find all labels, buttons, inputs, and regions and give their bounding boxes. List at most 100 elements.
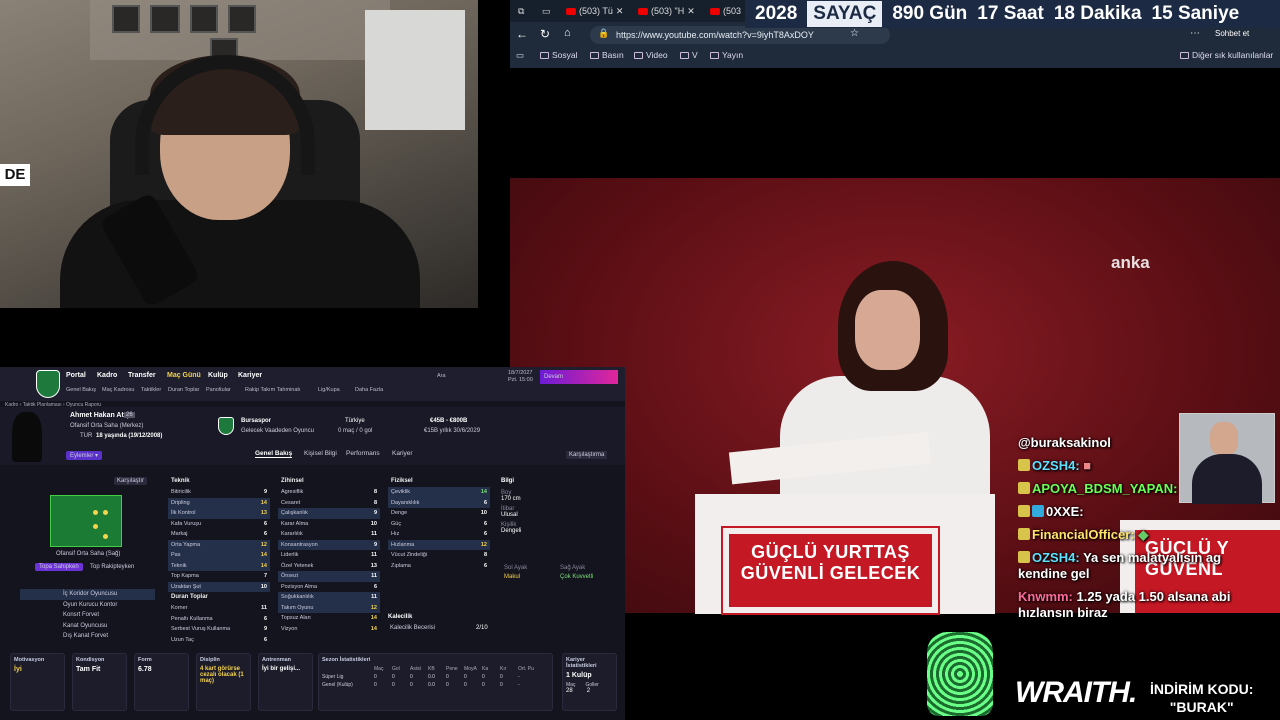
info-value: Dengeli	[501, 528, 522, 534]
countdown-overlay: 2028 SAYAÇ 890 Gün 17 Saat 18 Dakika 15 …	[745, 0, 1280, 28]
attr-value: 11	[371, 552, 377, 558]
tab-icon[interactable]: ⧉	[518, 2, 524, 20]
nav-portal[interactable]: Portal	[66, 372, 86, 379]
subnav-item[interactable]: Daha Fazla	[355, 387, 383, 393]
tab-kisisel-bilgi[interactable]: Kişisel Bilgi	[304, 450, 337, 457]
attr-value: 9	[373, 541, 377, 548]
browser-tab[interactable]: (503) "H ✕	[638, 2, 695, 20]
subnav-item[interactable]: Panoltular	[206, 387, 231, 393]
role-name: Konsrt Forvet	[63, 612, 100, 618]
nav-kulup[interactable]: Kulüp	[208, 372, 228, 379]
compare-small-button[interactable]: Karşılaştır	[114, 477, 148, 485]
subnav-item[interactable]: Duran Toplar	[168, 387, 199, 393]
role-row[interactable]: Kanat Oyuncusu	[20, 621, 155, 632]
season-cell: 0.0	[428, 682, 435, 688]
box-value: İyi	[14, 666, 22, 673]
role-row[interactable]: Oyun Kurucu Kontor	[20, 600, 155, 611]
url-field[interactable]: https://www.youtube.com/watch?v=9iyhT8Ax…	[590, 26, 890, 44]
sub-badge-icon	[1018, 459, 1030, 471]
attr-value: 6	[263, 531, 267, 537]
attr-name: Korner	[171, 605, 188, 611]
season-cell: 0	[500, 674, 503, 680]
role-row[interactable]: İç Koridor Oyuncusu	[20, 589, 155, 600]
search-button[interactable]: Ara	[437, 373, 446, 379]
club-name[interactable]: Bursaspor	[241, 418, 271, 424]
youtube-icon	[638, 7, 648, 15]
season-stats-box[interactable]: Sezon İstatistikleri Maç Gol Asist KB Pene Mo…	[318, 653, 553, 711]
bookmark-v[interactable]: V	[680, 50, 698, 60]
compare-button[interactable]: Karşılaştırma	[566, 451, 608, 459]
role-tab-defending[interactable]: Top Rakipteyken	[90, 564, 134, 570]
form-box[interactable]: Form 6.78	[134, 653, 189, 711]
season-header: Maç Gol Asist KB Pene MoyA Ka Kır Ort. Pu	[322, 666, 549, 672]
continue-button[interactable]: Devam	[540, 370, 618, 384]
role-row[interactable]: Dış Kanat Forvet	[20, 631, 155, 642]
position-dot	[93, 524, 98, 529]
season-cell: 0	[482, 682, 485, 688]
bookmark-sosyal[interactable]: Sosyal	[540, 50, 578, 60]
bookmark-basin[interactable]: Basın	[590, 50, 624, 60]
close-icon[interactable]: ✕	[687, 6, 695, 17]
reload-icon[interactable]: ↻	[540, 27, 550, 41]
role-tab-possession[interactable]: Topa Sahipken	[35, 563, 83, 571]
nav-kariyer[interactable]: Kariyer	[238, 372, 262, 379]
nation-name[interactable]: Türkiye	[345, 418, 365, 424]
attr-value: 14	[260, 552, 267, 558]
season-cell: 0	[410, 674, 413, 680]
attr-value: 14	[260, 562, 267, 569]
attr-value: 12	[260, 541, 267, 548]
discipline-box[interactable]: Disiplin 4 kart görürse cezalı olacak (1 …	[196, 653, 251, 711]
tab-icon[interactable]: ▭	[542, 2, 551, 20]
tab-genel-bakis[interactable]: Genel Bakış	[255, 450, 293, 458]
attr-value: 11	[371, 573, 377, 579]
bookmark-yayin[interactable]: Yayın	[710, 50, 743, 60]
attr-name: Dayanıklılık	[391, 499, 420, 506]
copilot-button[interactable]: Sohbet et	[1215, 29, 1249, 38]
chat-message: OZSH4: Ya sen malatyalısın ag kendine ge…	[1018, 550, 1238, 582]
close-icon[interactable]: ✕	[616, 6, 624, 17]
attr-value: 14	[260, 499, 267, 506]
browser-tab[interactable]: (503) Tü ✕	[566, 2, 623, 20]
tab-title: (503	[723, 6, 742, 16]
other-bookmarks[interactable]: Diğer sık kullanılanlar	[1180, 50, 1273, 60]
training-box[interactable]: Antrenman İyi bir gelişi...	[258, 653, 313, 711]
attr-value: 10	[370, 520, 377, 527]
chat-username: 0XXE:	[1046, 504, 1084, 519]
season-col: Ort. Pu	[518, 666, 534, 672]
nav-kadro[interactable]: Kadro	[97, 372, 117, 379]
condition-box[interactable]: Kondisyon Tam Fit	[72, 653, 127, 711]
bookmark-video[interactable]: Video	[634, 50, 668, 60]
subnav-item[interactable]: Taktikler	[141, 387, 161, 393]
home-icon[interactable]: ⌂	[564, 27, 571, 39]
career-stats-box[interactable]: Kariyer İstatistikleri 1 Kulüp Maç Goller…	[562, 653, 617, 711]
bookmark-label: V	[692, 50, 698, 60]
star-icon[interactable]: ☆	[850, 28, 859, 39]
club-crest-icon	[36, 370, 60, 398]
attr-name: Özel Yetenek	[281, 562, 314, 569]
bookmark-label: Yayın	[722, 50, 744, 60]
reading-list-icon[interactable]: ▭	[516, 50, 524, 61]
attr-name: Uzun Taç	[171, 636, 194, 643]
morale-box[interactable]: Motivasyon İyi	[10, 653, 65, 711]
browser-tab[interactable]: (503	[710, 2, 741, 20]
back-icon[interactable]: ←	[516, 27, 528, 41]
season-col: KB	[428, 666, 435, 672]
subnav-item[interactable]: Rakip Takım Tahminatı	[245, 387, 300, 393]
role-row[interactable]: Konsrt Forvet	[20, 610, 155, 621]
more-icon[interactable]: ⋯	[1190, 28, 1200, 39]
goalkeeping-rating: Kalecilik Becerisi	[390, 625, 436, 631]
chat-username: OZSH4:	[1032, 550, 1080, 565]
right-foot-label: Sağ Ayak	[560, 565, 586, 571]
tab-kariyer[interactable]: Kariyer	[392, 450, 413, 457]
subnav-item[interactable]: Maç Kadrosu	[102, 387, 134, 393]
actions-button[interactable]: Eylemler ▾	[66, 451, 103, 460]
nav-transfer[interactable]: Transfer	[128, 372, 156, 379]
subnav-item[interactable]: Genel Bakış	[66, 387, 96, 393]
tab-performans[interactable]: Performans	[346, 450, 380, 457]
season-col: Pene	[446, 666, 458, 672]
season-cell: 0	[410, 682, 413, 688]
subnav-item[interactable]: Lig/Kupa	[318, 387, 340, 393]
nav-mac-gunu[interactable]: Maç Günü	[167, 372, 201, 379]
lock-icon[interactable]: 🔒	[598, 28, 609, 39]
role-name: Dış Kanat Forvet	[63, 633, 109, 639]
